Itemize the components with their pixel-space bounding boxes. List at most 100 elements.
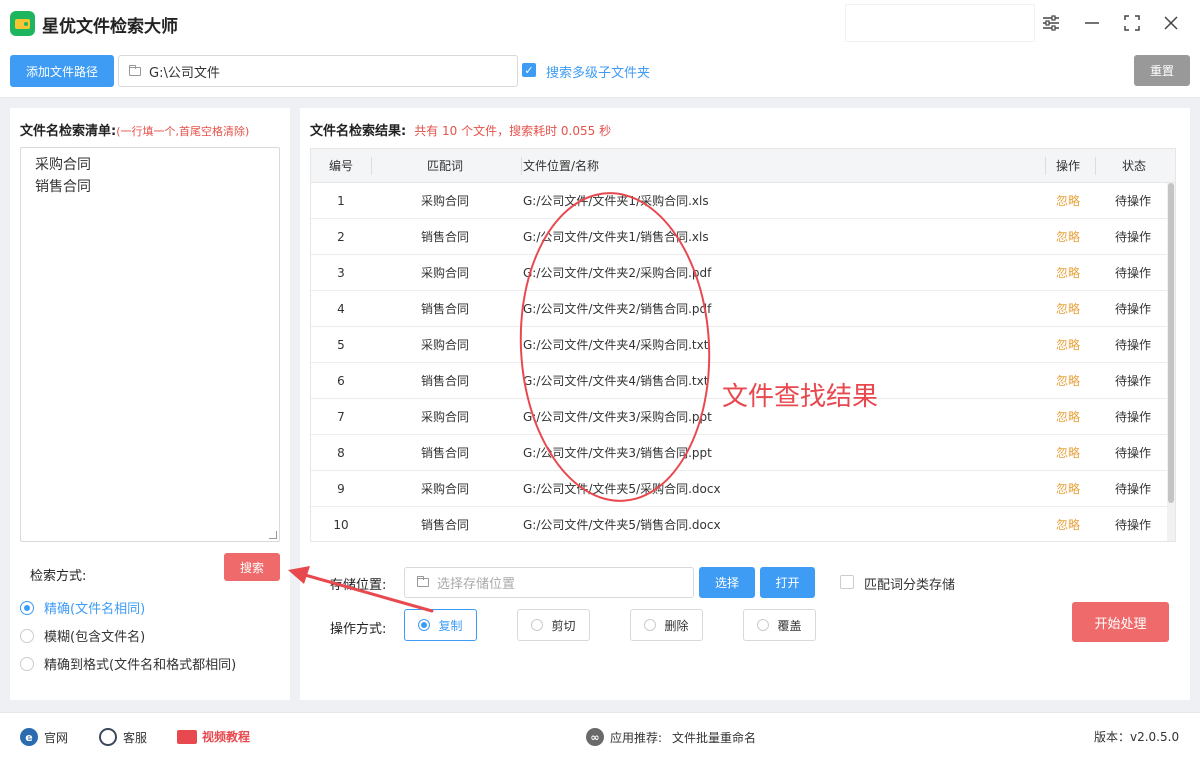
cell-match-term: 销售合同 — [420, 302, 469, 316]
annotation-text: 文件查找结果 — [722, 382, 879, 412]
video-tutorial-link[interactable]: 视频教程 — [177, 728, 250, 745]
cell-match-term: 采购合同 — [420, 266, 469, 280]
op-delete[interactable]: 删除 — [630, 609, 703, 641]
table-row[interactable]: 2 销售合同 G:/公司文件/文件夹1/销售合同.xls 忽略 待操作 — [311, 219, 1167, 255]
search-button[interactable]: 搜索 — [224, 553, 280, 581]
table-row[interactable]: 5 采购合同 G:/公司文件/文件夹4/采购合同.txt 忽略 待操作 — [311, 327, 1167, 363]
table-row[interactable]: 4 销售合同 G:/公司文件/文件夹2/销售合同.pdf 忽略 待操作 — [311, 291, 1167, 327]
result-title: 文件名检索结果: 共有 10 个文件，搜索耗时 0.055 秒 — [310, 124, 612, 139]
cell-status: 待操作 — [1114, 302, 1151, 316]
ignore-link[interactable]: 忽略 — [1044, 255, 1092, 291]
col-path: 文件位置/名称 — [523, 159, 600, 173]
cell-number: 2 — [337, 230, 345, 244]
version-text: 版本：v2.0.5.0 — [1094, 730, 1180, 744]
storage-placeholder: 选择存储位置 — [437, 577, 516, 592]
reset-button[interactable]: 重置 — [1134, 55, 1190, 86]
link-icon: ∞ — [586, 728, 604, 746]
result-summary: 共有 10 个文件，搜索耗时 0.055 秒 — [414, 124, 612, 138]
cell-number: 1 — [337, 194, 345, 208]
cell-path: G:/公司文件/文件夹5/采购合同.docx — [523, 482, 721, 496]
cell-status: 待操作 — [1114, 446, 1151, 460]
cell-status: 待操作 — [1114, 410, 1151, 424]
ie-icon: e — [20, 728, 38, 746]
results-table: 编号 匹配词 文件位置/名称 操作 状态 1 采购合同 G:/公司文件/文件夹1/采… — [310, 148, 1176, 542]
cell-path: G:/公司文件/文件夹2/销售合同.pdf — [523, 302, 712, 316]
cell-status: 待操作 — [1114, 266, 1151, 280]
ignore-link[interactable]: 忽略 — [1044, 183, 1092, 219]
cell-number: 6 — [337, 374, 345, 388]
operation-label: 操作方式: — [330, 622, 387, 637]
open-button[interactable]: 打开 — [760, 567, 815, 598]
minimize-icon[interactable] — [1081, 12, 1103, 34]
cell-path: G:/公司文件/文件夹1/销售合同.xls — [523, 230, 709, 244]
table-row[interactable]: 8 销售合同 G:/公司文件/文件夹3/销售合同.ppt 忽略 待操作 — [311, 435, 1167, 471]
classify-checkbox[interactable] — [840, 575, 854, 589]
cell-path: G:/公司文件/文件夹1/采购合同.xls — [523, 194, 709, 208]
op-overwrite[interactable]: 覆盖 — [743, 609, 816, 641]
radio-icon — [531, 619, 544, 631]
cell-status: 待操作 — [1114, 374, 1151, 388]
table-header: 编号 匹配词 文件位置/名称 操作 状态 — [311, 149, 1175, 183]
ignore-link[interactable]: 忽略 — [1044, 219, 1092, 255]
search-method-label: 检索方式: — [30, 569, 87, 584]
path-input[interactable]: G:\公司文件 — [118, 55, 518, 87]
col-match-term: 匹配词 — [427, 159, 464, 173]
add-path-button[interactable]: 添加文件路径 — [10, 55, 114, 87]
list-hint: (一行填一个,首尾空格清除) — [116, 125, 250, 138]
method-option-exact[interactable]: 精确(文件名相同) — [20, 598, 145, 617]
cell-number: 7 — [337, 410, 345, 424]
radio-icon — [644, 619, 657, 631]
ignore-link[interactable]: 忽略 — [1044, 435, 1092, 471]
ignore-link[interactable]: 忽略 — [1044, 363, 1092, 399]
cell-status: 待操作 — [1114, 338, 1151, 352]
op-cut[interactable]: 剪切 — [517, 609, 590, 641]
ignore-link[interactable]: 忽略 — [1044, 507, 1092, 541]
cell-match-term: 销售合同 — [420, 374, 469, 388]
choose-button[interactable]: 选择 — [699, 567, 755, 598]
table-row[interactable]: 1 采购合同 G:/公司文件/文件夹1/采购合同.xls 忽略 待操作 — [311, 183, 1167, 219]
search-list-panel: 文件名检索清单:(一行填一个,首尾空格清除) 采购合同 销售合同 检索方式: 搜… — [10, 108, 290, 700]
cell-match-term: 采购合同 — [420, 338, 469, 352]
title-bar: 星优文件检索大师 — [0, 0, 1200, 46]
search-terms-textarea[interactable]: 采购合同 销售合同 — [20, 147, 280, 542]
op-copy[interactable]: 复制 — [404, 609, 477, 641]
path-value: G:\公司文件 — [149, 65, 220, 81]
app-title: 星优文件检索大师 — [42, 17, 178, 37]
method-option-exact-format[interactable]: 精确到格式(文件名和格式都相同) — [20, 654, 236, 673]
cell-path: G:/公司文件/文件夹4/采购合同.txt — [523, 338, 709, 352]
cell-match-term: 销售合同 — [420, 518, 469, 532]
recommend-app-link[interactable]: 文件批量重命名 — [672, 729, 756, 746]
website-link[interactable]: e 官网 — [20, 728, 68, 746]
subfolder-label[interactable]: 搜索多级子文件夹 — [546, 62, 650, 81]
close-icon[interactable] — [1160, 12, 1182, 34]
table-row[interactable]: 3 采购合同 G:/公司文件/文件夹2/采购合同.pdf 忽略 待操作 — [311, 255, 1167, 291]
ignore-link[interactable]: 忽略 — [1044, 399, 1092, 435]
radio-icon — [20, 600, 34, 615]
resize-grip-icon[interactable] — [269, 531, 277, 539]
cell-match-term: 采购合同 — [420, 194, 469, 208]
subfolder-checkbox[interactable]: ✓ — [522, 63, 536, 77]
service-link[interactable]: 客服 — [99, 728, 147, 746]
settings-sliders-icon[interactable] — [1040, 12, 1062, 34]
ignore-link[interactable]: 忽略 — [1044, 471, 1092, 507]
table-scrollbar[interactable] — [1167, 183, 1175, 541]
cell-path: G:/公司文件/文件夹3/销售合同.ppt — [523, 446, 712, 460]
method-option-fuzzy[interactable]: 模糊(包含文件名) — [20, 626, 145, 645]
cell-path: G:/公司文件/文件夹5/销售合同.docx — [523, 518, 721, 532]
table-row[interactable]: 10 销售合同 G:/公司文件/文件夹5/销售合同.docx 忽略 待操作 — [311, 507, 1167, 541]
cell-status: 待操作 — [1114, 230, 1151, 244]
table-row[interactable]: 9 采购合同 G:/公司文件/文件夹5/采购合同.docx 忽略 待操作 — [311, 471, 1167, 507]
cell-match-term: 销售合同 — [420, 446, 469, 460]
folder-icon — [129, 64, 141, 76]
start-process-button[interactable]: 开始处理 — [1072, 602, 1169, 642]
title-blank-area — [845, 4, 1035, 42]
maximize-icon[interactable] — [1121, 12, 1143, 34]
classify-label[interactable]: 匹配词分类存储 — [864, 574, 955, 593]
radio-icon — [418, 619, 431, 631]
ignore-link[interactable]: 忽略 — [1044, 327, 1092, 363]
list-title: 文件名检索清单:(一行填一个,首尾空格清除) — [20, 124, 250, 139]
ignore-link[interactable]: 忽略 — [1044, 291, 1092, 327]
cell-match-term: 采购合同 — [420, 482, 469, 496]
storage-input[interactable]: 选择存储位置 — [404, 567, 694, 598]
storage-label: 存储位置: — [330, 578, 387, 593]
